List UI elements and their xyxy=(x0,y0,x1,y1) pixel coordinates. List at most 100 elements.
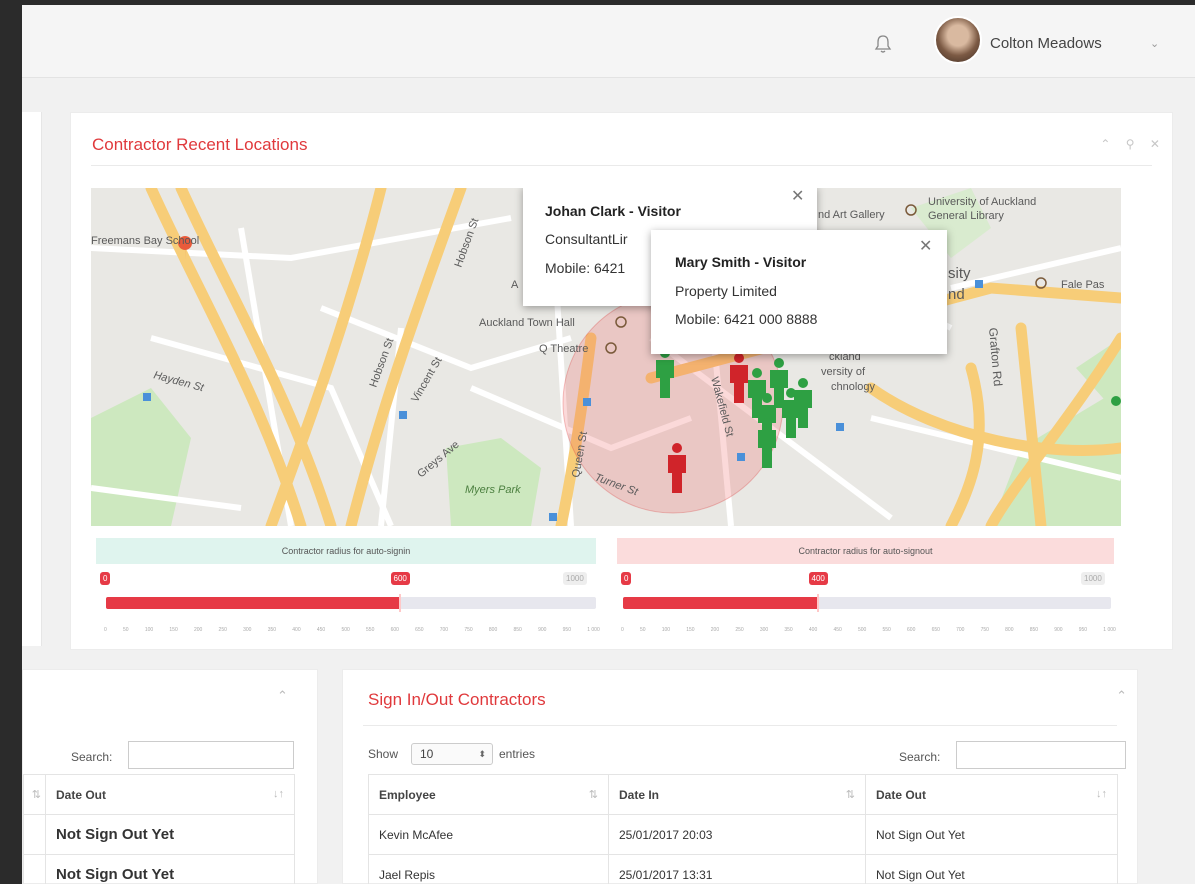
signin-tick-labels: 0 50 100 150 200 250 300 350 400 450 500 550 600 650 7… xyxy=(104,627,600,635)
info-line: ConsultantLir xyxy=(545,231,628,247)
search-input[interactable] xyxy=(956,741,1126,769)
tick-label: 200 xyxy=(193,627,203,633)
tick-label: 250 xyxy=(218,627,227,633)
tick-label: 1 000 xyxy=(587,627,600,633)
tick-label: 800 xyxy=(1005,627,1014,633)
tick-label: 950 xyxy=(562,627,571,633)
page-size-value: 10 xyxy=(420,747,434,761)
date-in-cell: 25/01/2017 20:03 xyxy=(608,814,866,855)
tick-label: 0 xyxy=(621,627,624,633)
svg-text:General Library: General Library xyxy=(928,210,1004,222)
tick-label: 500 xyxy=(341,627,350,633)
page-size-select[interactable]: 10 ⬍ xyxy=(411,743,493,765)
close-icon[interactable]: ✕ xyxy=(791,188,804,206)
tick-label: 400 xyxy=(808,627,818,633)
column-header-date-in[interactable]: Date In ⇅ xyxy=(608,774,866,815)
info-window-mary[interactable]: Mary Smith - Visitor Property Limited Mo… xyxy=(651,230,947,354)
table-row[interactable]: Not Sign Out Yet xyxy=(23,854,295,884)
signout-slider-handle[interactable] xyxy=(817,594,819,612)
tick-label: 750 xyxy=(464,627,473,633)
table-row[interactable]: Not Sign Out Yet xyxy=(23,814,295,855)
employee-cell: Kevin McAfee xyxy=(368,814,609,855)
tick-label: 550 xyxy=(366,627,375,633)
tick-label: 950 xyxy=(1078,627,1088,633)
tick-label: 550 xyxy=(882,627,891,633)
collapse-icon[interactable]: ⌃ xyxy=(277,688,288,704)
bell-icon[interactable] xyxy=(874,34,892,54)
svg-text:Fale Pas: Fale Pas xyxy=(1061,279,1105,291)
svg-text:Myers Park: Myers Park xyxy=(465,484,521,496)
signin-radius-slider[interactable] xyxy=(106,594,596,612)
signout-radius-band: Contractor radius for auto-signout xyxy=(617,538,1114,564)
date-out-cell: Not Sign Out Yet xyxy=(865,814,1118,855)
sign-in-out-portlet: Sign In/Out Contractors ⌃ Show 10 ⬍ entr… xyxy=(342,669,1138,884)
column-header-date-out[interactable]: Date Out ↓↑ xyxy=(865,774,1118,815)
signout-max-badge: 1000 xyxy=(1081,572,1105,585)
user-name[interactable]: Colton Meadows xyxy=(990,35,1102,52)
show-label: Show xyxy=(368,747,399,761)
info-line: Mobile: 6421 000 8888 xyxy=(675,311,818,327)
table-header-row: Employee ⇅ Date In ⇅ Date Out ↓↑ xyxy=(368,774,1118,815)
avatar[interactable] xyxy=(934,16,982,64)
table-header-date-out[interactable]: Date Out ↓↑ xyxy=(45,774,295,815)
tick-label: 100 xyxy=(661,627,671,633)
search-input[interactable] xyxy=(128,741,294,769)
tick-label: 800 xyxy=(488,627,498,633)
tick-label: 700 xyxy=(956,627,965,633)
contractor-locations-portlet: Contractor Recent Locations ⌃ ⚲ ✕ Freema… xyxy=(70,112,1173,650)
tick-label: 900 xyxy=(1054,627,1063,633)
left-table-portlet: ⌃ Search: ⇅ Date Out ↓↑ Not Sign Out Yet … xyxy=(22,669,318,884)
tick-label: 100 xyxy=(144,627,154,633)
tick-label: 650 xyxy=(415,627,424,633)
tick-label: 750 xyxy=(980,627,989,633)
map[interactable]: Freemans Bay School Hobson St Hobson St … xyxy=(91,188,1121,526)
signin-slider-handle[interactable] xyxy=(399,594,401,612)
info-line: Mobile: 6421 xyxy=(545,260,626,276)
table-row[interactable]: Jael Repis 25/01/2017 13:31 Not Sign Out… xyxy=(368,854,1118,884)
info-title: Johan Clark - Visitor xyxy=(545,203,681,219)
date-out-cell: Not Sign Out Yet xyxy=(865,854,1118,884)
column-header-employee[interactable]: Employee ⇅ xyxy=(368,774,609,815)
svg-text:Q Theatre: Q Theatre xyxy=(539,343,588,355)
signout-tick-labels: 0 50 100 150 200 250 300 350 400 450 500 550 600 650 7… xyxy=(621,627,1116,635)
portlet-tools[interactable]: ⌃ ⚲ ✕ xyxy=(1100,137,1166,151)
tick-label: 150 xyxy=(686,627,695,633)
tick-label: 500 xyxy=(857,627,867,633)
tick-label: 0 xyxy=(104,627,107,633)
left-data-table: ⇅ Date Out ↓↑ Not Sign Out Yet Not Sign O… xyxy=(23,774,295,884)
tick-label: 450 xyxy=(316,627,326,633)
tick-label: 350 xyxy=(267,627,277,633)
svg-text:Auckland Town Hall: Auckland Town Hall xyxy=(479,317,575,329)
svg-text:nd Art Gallery: nd Art Gallery xyxy=(818,209,885,221)
portlet-title: Sign In/Out Contractors xyxy=(368,690,546,709)
info-title: Mary Smith - Visitor xyxy=(675,254,807,270)
tick-label: 600 xyxy=(907,627,916,633)
svg-text:chnology: chnology xyxy=(831,381,876,393)
close-icon[interactable]: ✕ xyxy=(919,236,932,256)
table-row[interactable]: Kevin McAfee 25/01/2017 20:03 Not Sign O… xyxy=(368,814,1118,855)
signout-min-badge: 0 xyxy=(621,572,632,585)
tick-label: 1 000 xyxy=(1103,627,1116,633)
tick-label: 50 xyxy=(123,627,129,633)
svg-text:nd: nd xyxy=(948,286,965,303)
date-out-cell: Not Sign Out Yet xyxy=(45,854,295,884)
signout-radius-slider[interactable] xyxy=(623,594,1111,612)
tick-label: 50 xyxy=(639,627,646,633)
table-header-cell[interactable]: ⇅ xyxy=(23,774,46,815)
collapse-icon[interactable]: ⌃ xyxy=(1116,688,1127,704)
divider xyxy=(91,165,1152,166)
tick-label: 850 xyxy=(1029,627,1039,633)
date-out-cell: Not Sign Out Yet xyxy=(45,814,295,855)
tick-label: 900 xyxy=(538,627,547,633)
tick-label: 300 xyxy=(759,627,769,633)
search-label: Search: xyxy=(71,750,113,764)
signin-radius-band: Contractor radius for auto-signin xyxy=(96,538,596,564)
table-header-row: ⇅ Date Out ↓↑ xyxy=(23,774,295,815)
tick-label: 350 xyxy=(784,627,793,633)
tick-label: 250 xyxy=(735,627,744,633)
chevron-down-icon[interactable]: ⌄ xyxy=(1150,37,1159,50)
svg-text:sity: sity xyxy=(948,265,971,282)
tick-label: 600 xyxy=(390,627,399,633)
tick-label: 150 xyxy=(169,627,178,633)
tick-label: 650 xyxy=(931,627,940,633)
